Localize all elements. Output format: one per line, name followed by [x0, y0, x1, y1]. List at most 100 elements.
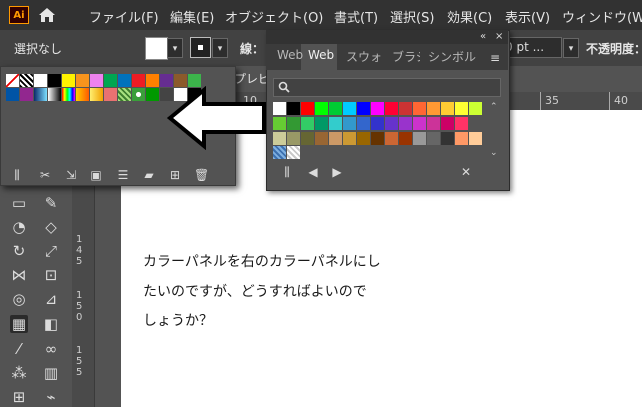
- color-swatch[interactable]: [413, 132, 426, 145]
- color-swatch[interactable]: [287, 117, 300, 130]
- rotate-tool-icon[interactable]: ↻: [10, 242, 28, 260]
- color-swatch[interactable]: [34, 88, 47, 101]
- color-swatch[interactable]: [104, 74, 117, 87]
- color-swatch[interactable]: [20, 74, 33, 87]
- tab-web-1[interactable]: Web: [277, 48, 303, 62]
- new-color-group-icon[interactable]: ▰: [142, 168, 156, 182]
- color-swatch[interactable]: [371, 132, 384, 145]
- color-swatch[interactable]: [413, 117, 426, 130]
- color-swatch[interactable]: [6, 74, 19, 87]
- color-swatch[interactable]: [104, 88, 117, 101]
- mesh-tool-icon[interactable]: ▦: [10, 315, 28, 333]
- scale-tool-icon[interactable]: ⤢: [42, 242, 60, 260]
- color-swatch[interactable]: [385, 132, 398, 145]
- shaper-tool-icon[interactable]: ◔: [10, 218, 28, 236]
- color-swatch[interactable]: [301, 102, 314, 115]
- swatch-options-icon[interactable]: ☰: [116, 168, 130, 182]
- color-swatch[interactable]: [315, 117, 328, 130]
- previous-library-icon[interactable]: ◀: [306, 165, 320, 179]
- app-logo-icon[interactable]: Ai: [9, 6, 29, 24]
- swatch-scrollbar[interactable]: ⌃ ⌄: [490, 102, 500, 160]
- color-swatch[interactable]: [132, 88, 145, 101]
- add-to-library-icon[interactable]: ▣: [89, 168, 103, 182]
- color-swatch[interactable]: [146, 88, 159, 101]
- color-swatch[interactable]: [20, 88, 33, 101]
- color-swatch[interactable]: [371, 102, 384, 115]
- stroke-dropdown-button[interactable]: ▾: [212, 38, 228, 58]
- close-panel-icon[interactable]: ×: [495, 31, 503, 42]
- swatch-libraries-menu-icon[interactable]: ⫼: [10, 168, 24, 183]
- menu-item[interactable]: 効果(C): [447, 7, 492, 26]
- add-to-swatches-icon[interactable]: ✕: [459, 165, 473, 179]
- color-swatch[interactable]: [34, 74, 47, 87]
- color-swatch[interactable]: [427, 132, 440, 145]
- column-graph-tool-icon[interactable]: ▥: [42, 364, 60, 382]
- fill-dropdown-button[interactable]: ▾: [167, 38, 183, 58]
- color-swatch[interactable]: [441, 117, 454, 130]
- color-swatch[interactable]: [427, 117, 440, 130]
- color-swatch[interactable]: [329, 117, 342, 130]
- color-swatch[interactable]: [343, 102, 356, 115]
- color-swatch[interactable]: [301, 117, 314, 130]
- color-swatch[interactable]: [399, 102, 412, 115]
- color-swatch[interactable]: [315, 132, 328, 145]
- color-swatch[interactable]: [118, 74, 131, 87]
- color-swatch[interactable]: [329, 102, 342, 115]
- menu-item[interactable]: 表示(V): [505, 7, 550, 26]
- color-swatch[interactable]: [455, 117, 468, 130]
- color-swatch[interactable]: [62, 88, 75, 101]
- open-library-icon[interactable]: ⇲: [64, 168, 78, 182]
- color-swatch[interactable]: [76, 74, 89, 87]
- color-swatch[interactable]: [343, 117, 356, 130]
- menu-item[interactable]: ウィンドウ(W): [562, 7, 642, 26]
- color-swatch[interactable]: [455, 132, 468, 145]
- menu-item[interactable]: ファイル(F): [89, 7, 159, 26]
- color-swatch[interactable]: [273, 117, 286, 130]
- stroke-color-swatch[interactable]: [190, 37, 211, 58]
- collapse-panel-icon[interactable]: «: [480, 31, 486, 42]
- menu-item[interactable]: 選択(S): [390, 7, 434, 26]
- color-swatch[interactable]: [315, 102, 328, 115]
- color-swatch[interactable]: [132, 74, 145, 87]
- color-swatch[interactable]: [371, 117, 384, 130]
- color-swatch[interactable]: [357, 102, 370, 115]
- paintbrush-tool-icon[interactable]: ✎: [42, 194, 60, 212]
- width-tool-icon[interactable]: ⋈: [10, 266, 28, 284]
- swatch-kind-icon[interactable]: ✂: [38, 168, 52, 182]
- swatch-search-input[interactable]: [273, 78, 501, 97]
- gradient-tool-icon[interactable]: ◧: [42, 315, 60, 333]
- color-swatch[interactable]: [287, 102, 300, 115]
- menu-item[interactable]: 書式(T): [334, 7, 378, 26]
- color-swatch[interactable]: [146, 74, 159, 87]
- fill-color-swatch[interactable]: [145, 37, 168, 60]
- color-swatch[interactable]: [385, 117, 398, 130]
- color-swatch[interactable]: [287, 146, 300, 159]
- rectangle-tool-icon[interactable]: ▭: [10, 194, 28, 212]
- color-swatch[interactable]: [427, 102, 440, 115]
- home-icon[interactable]: [38, 6, 56, 24]
- artboard-tool-icon[interactable]: ⊞: [10, 388, 28, 406]
- color-swatch[interactable]: [357, 117, 370, 130]
- color-swatch[interactable]: [469, 102, 482, 115]
- color-swatch[interactable]: [329, 132, 342, 145]
- color-swatch[interactable]: [6, 88, 19, 101]
- color-swatch[interactable]: [469, 132, 482, 145]
- new-swatch-icon[interactable]: ⊞: [168, 168, 182, 182]
- color-swatch[interactable]: [399, 132, 412, 145]
- tab-symbols[interactable]: シンボル: [428, 48, 476, 65]
- symbol-sprayer-tool-icon[interactable]: ⁂: [10, 364, 28, 382]
- eraser-tool-icon[interactable]: ◇: [42, 218, 60, 236]
- color-swatch[interactable]: [455, 102, 468, 115]
- color-swatch[interactable]: [287, 132, 300, 145]
- slice-tool-icon[interactable]: ⌁: [42, 388, 60, 406]
- color-swatch[interactable]: [118, 88, 131, 101]
- tab-web-2[interactable]: Web: [308, 48, 334, 62]
- color-swatch[interactable]: [301, 132, 314, 145]
- tab-brushes[interactable]: ブラシ: [392, 48, 420, 65]
- shape-builder-tool-icon[interactable]: ◎: [10, 290, 28, 308]
- tab-swatches[interactable]: スウォッチ: [346, 48, 384, 65]
- color-swatch[interactable]: [273, 146, 286, 159]
- color-swatch[interactable]: [441, 132, 454, 145]
- color-swatch[interactable]: [273, 132, 286, 145]
- next-library-icon[interactable]: ▶: [330, 165, 344, 179]
